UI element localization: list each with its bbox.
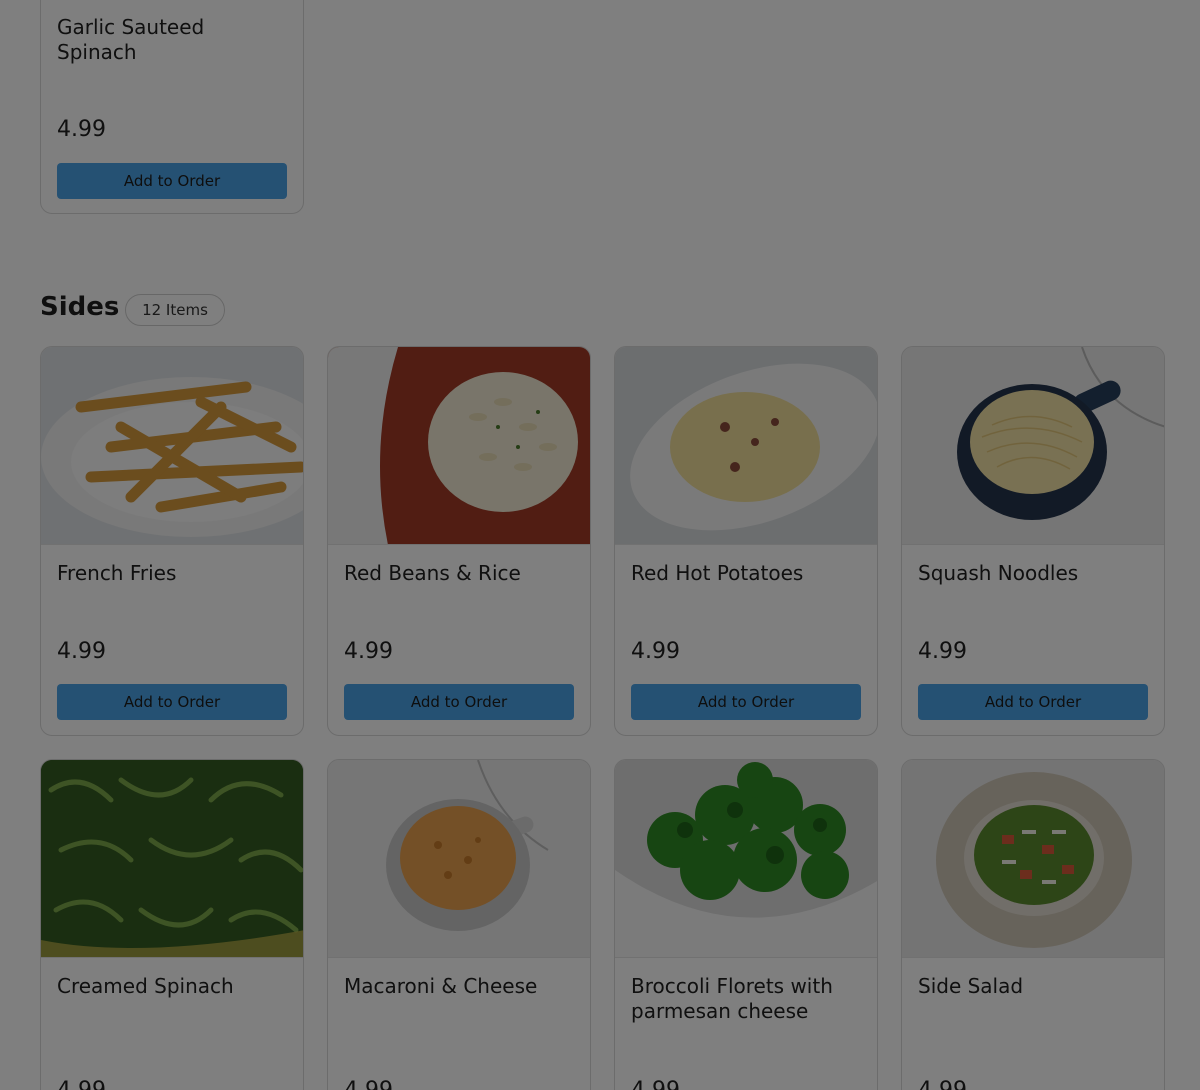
modal-backdrop[interactable] [0,0,1200,1090]
